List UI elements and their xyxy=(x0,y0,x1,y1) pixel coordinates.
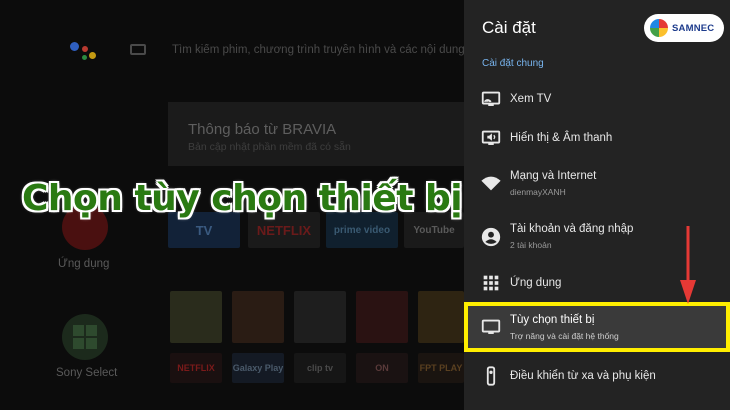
account-icon xyxy=(481,227,501,247)
content-tile-galaxy-play[interactable]: Galaxy Play xyxy=(232,353,284,383)
wifi-icon xyxy=(481,176,501,191)
menu-item-remote-accessories[interactable]: Điều khiển từ xa và phụ kiện xyxy=(464,354,730,398)
apps-grid-icon xyxy=(483,275,499,291)
section-label: Cài đặt chung xyxy=(482,58,544,69)
content-poster[interactable] xyxy=(294,291,346,343)
menu-item-sublabel: dienmayXANH xyxy=(510,187,566,197)
samnec-logo-text: SAMNEC xyxy=(672,22,715,34)
menu-item-label: Ứng dụng xyxy=(510,277,562,289)
instruction-caption: Chọn tùy chọn thiết bị xyxy=(22,178,463,219)
menu-item-sublabel: 2 tài khoản xyxy=(510,240,552,250)
keyboard-icon[interactable] xyxy=(130,44,146,55)
content-poster[interactable] xyxy=(356,291,408,343)
content-tile-clip-tv[interactable]: clip tv xyxy=(294,353,346,383)
content-poster[interactable] xyxy=(418,291,464,343)
menu-item-display-sound[interactable]: Hiển thị & Âm thanh xyxy=(464,116,730,160)
notification-title: Thông báo từ BRAVIA xyxy=(188,121,337,138)
content-tile-on[interactable]: ON xyxy=(356,353,408,383)
apps-label: Ứng dụng xyxy=(58,258,110,270)
menu-item-label: Điều khiển từ xa và phụ kiện xyxy=(510,370,656,382)
sony-select-label: Sony Select xyxy=(56,367,118,379)
notification-card[interactable]: Thông báo từ BRAVIA Bản cập nhật phần mề… xyxy=(168,102,464,166)
red-arrow-down-icon xyxy=(680,226,696,304)
menu-item-network[interactable]: Mạng và Internet dienmayXANH xyxy=(464,162,730,206)
notification-subtitle: Bản cập nhật phần mềm đã có sẵn xyxy=(188,141,351,153)
menu-item-label: Xem TV xyxy=(510,93,552,105)
highlight-box xyxy=(464,302,730,352)
menu-item-label: Mạng và Internet xyxy=(510,170,597,182)
search-input[interactable]: Tìm kiếm phim, chương trình truyền hình … xyxy=(172,44,464,56)
samnec-logo: SAMNEC xyxy=(644,14,724,42)
samnec-logo-mark-icon xyxy=(650,19,668,37)
tv-icon xyxy=(481,91,501,106)
google-assistant-icon[interactable] xyxy=(66,36,100,64)
content-poster[interactable] xyxy=(232,291,284,343)
menu-item-label: Hiển thị & Âm thanh xyxy=(510,132,613,144)
menu-item-watch-tv[interactable]: Xem TV xyxy=(464,77,730,121)
sony-select-icon[interactable] xyxy=(62,314,108,360)
display-sound-icon xyxy=(481,130,501,145)
panel-title: Cài đặt xyxy=(482,18,536,37)
menu-item-label: Tài khoản và đăng nhập xyxy=(510,223,634,235)
content-poster[interactable] xyxy=(170,291,222,343)
content-tile-netflix[interactable]: NETFLIX xyxy=(170,353,222,383)
remote-icon xyxy=(486,366,496,386)
content-tile-fpt-play[interactable]: FPT PLAY xyxy=(418,353,464,383)
